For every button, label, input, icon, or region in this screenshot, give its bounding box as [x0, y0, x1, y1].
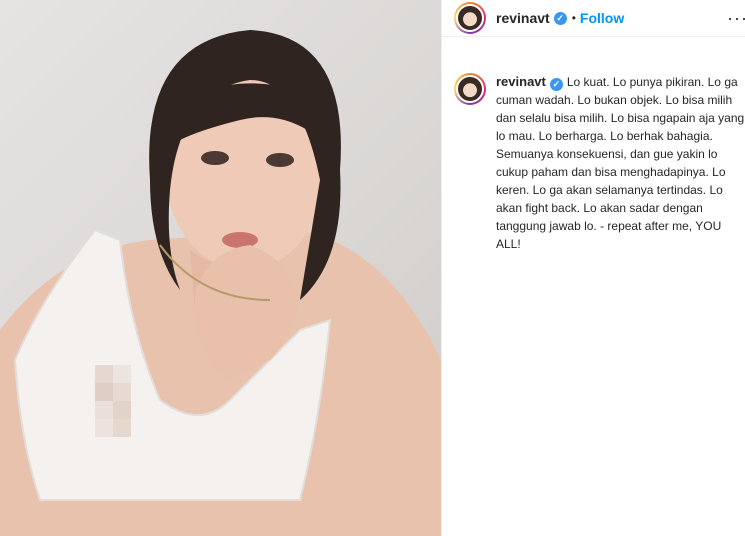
caption-username-link[interactable]: revinavt	[496, 74, 546, 89]
username-link[interactable]: revinavt	[496, 10, 550, 26]
post-sidebar: revinavt ✓ • Follow ··· revinavt✓Lo kuat…	[441, 0, 745, 536]
photo-illustration	[0, 30, 441, 536]
post-header: revinavt ✓ • Follow ···	[442, 0, 745, 37]
caption-avatar[interactable]	[454, 73, 486, 105]
caption-comment: revinavt ✓ Lo kuat. Lo punya pikiran. Lo g…	[442, 37, 745, 253]
caption-text: Lo kuat. Lo punya pikiran. Lo ga cuman w…	[496, 75, 745, 251]
follow-button[interactable]: Follow	[580, 10, 624, 26]
more-horizontal-icon[interactable]: ···	[727, 8, 745, 29]
verified-badge-icon: ✓	[553, 11, 567, 25]
separator-dot: •	[571, 11, 576, 25]
avatar-image	[456, 4, 484, 32]
post-photo[interactable]	[0, 0, 441, 536]
caption-text-block: revinavt ✓ Lo kuat. Lo punya pikiran. Lo g…	[496, 73, 745, 253]
caption-verified-badge-icon: ✓	[549, 77, 563, 91]
caption-avatar-image	[456, 75, 484, 103]
instagram-post: revinavt ✓ • Follow ··· revinavt✓Lo kuat…	[0, 0, 745, 536]
avatar[interactable]	[454, 2, 486, 34]
